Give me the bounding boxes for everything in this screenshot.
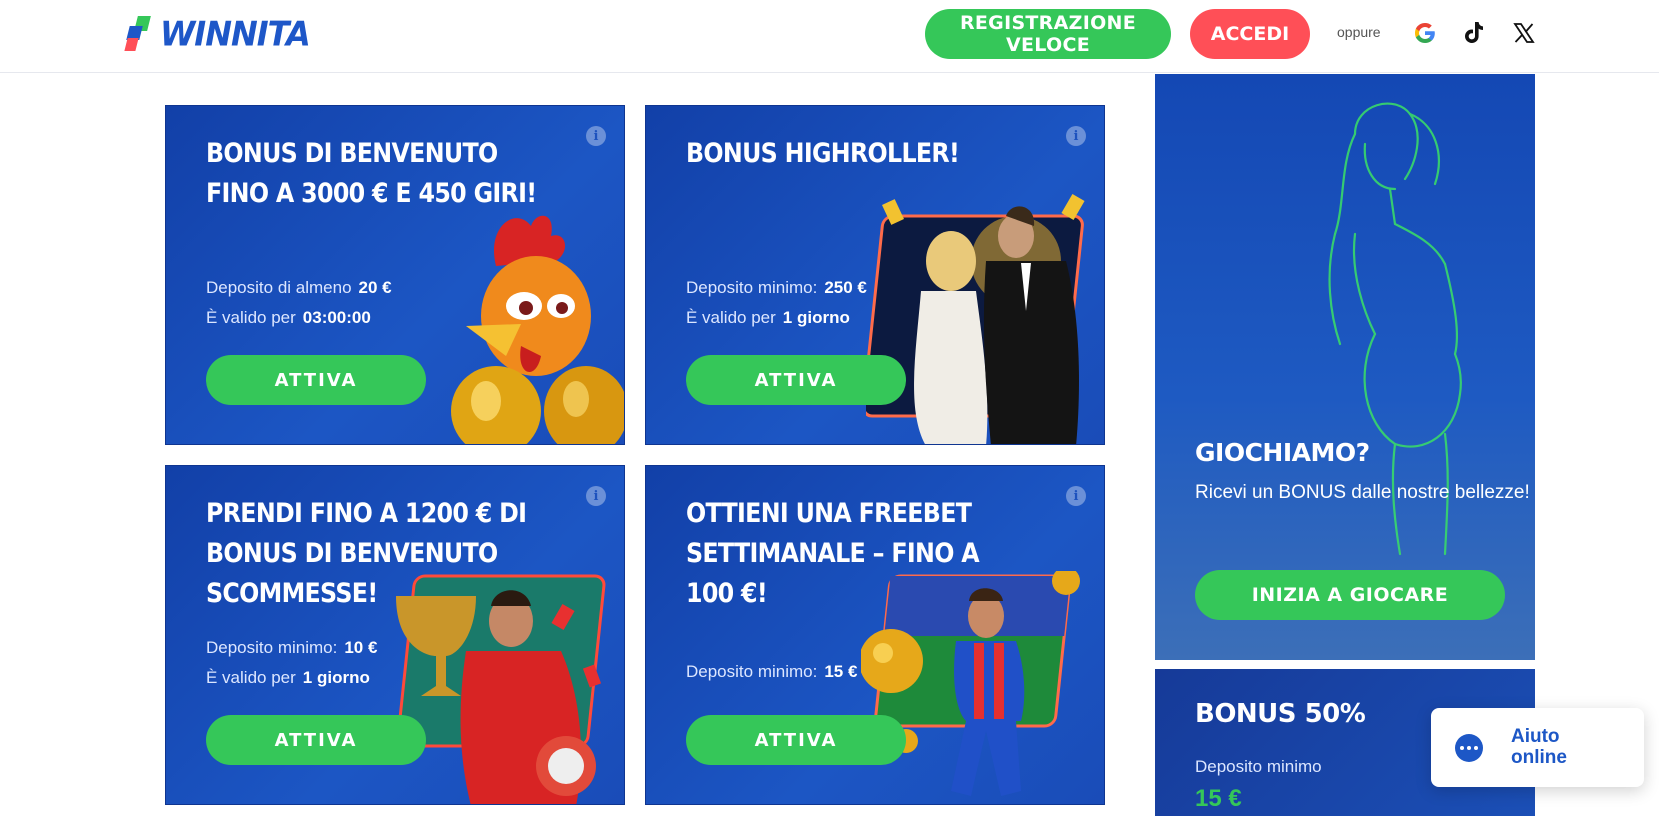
couple-image — [866, 193, 1085, 444]
card-row: È valido per 1 giorno — [206, 668, 370, 688]
site-header: WINNITA REGISTRAZIONE VELOCE ACCEDI oppu… — [0, 0, 1659, 73]
row-value: 03:00:00 — [302, 308, 371, 327]
row-value: 10 € — [344, 638, 378, 657]
rooster-eggs-image — [451, 215, 624, 444]
card-row: Deposito minimo: 15 € — [686, 662, 857, 682]
row-label: È valido per — [206, 668, 296, 687]
bonus-card-freebet: OTTIENI UNA FREEBET SETTIMANALE – FINO A… — [645, 465, 1105, 805]
card-row: Deposito minimo: 10 € — [206, 638, 377, 658]
row-label: Deposito minimo: — [686, 278, 818, 297]
info-icon[interactable]: i — [1066, 126, 1086, 146]
bonus-card-highroller: BONUS HIGHROLLER! i Deposito minimo: 250… — [645, 105, 1105, 445]
google-icon[interactable] — [1410, 18, 1440, 48]
row-label: Deposito di almeno — [206, 278, 352, 297]
football-player-image — [861, 571, 1080, 796]
row-label: Deposito minimo: — [206, 638, 338, 657]
card-row: Deposito minimo: 250 € — [686, 278, 867, 298]
activate-button[interactable]: ATTIVA — [686, 355, 906, 405]
card-row: Deposito di almeno 20 € — [206, 278, 392, 298]
tiktok-icon[interactable] — [1459, 18, 1489, 48]
side-promo: GIOCHIAMO? Ricevi un BONUS dalle nostre … — [1155, 74, 1535, 660]
register-button[interactable]: REGISTRAZIONE VELOCE — [925, 9, 1171, 59]
activate-button[interactable]: ATTIVA — [206, 715, 426, 765]
or-label: oppure — [1337, 24, 1381, 40]
side-bonus-value: 15 € — [1195, 785, 1242, 812]
logo-mark-icon — [124, 16, 152, 52]
row-value: 250 € — [824, 278, 867, 297]
card-row: È valido per 03:00:00 — [206, 308, 371, 328]
row-value: 1 giorno — [302, 668, 370, 687]
bonus-card-sports-welcome: PRENDI FINO A 1200 € DI BONUS DI BENVENU… — [165, 465, 625, 805]
side-promo-subtitle: Ricevi un BONUS dalle nostre bellezze! — [1195, 482, 1530, 503]
side-promo-title: GIOCHIAMO? — [1195, 438, 1370, 467]
row-label: È valido per — [686, 308, 776, 327]
info-icon[interactable]: i — [586, 486, 606, 506]
card-title: BONUS DI BENVENUTO FINO A 3000 € E 450 G… — [206, 138, 537, 209]
side-bonus-label: Deposito minimo — [1195, 757, 1322, 776]
card-title: BONUS HIGHROLLER! — [686, 138, 960, 169]
bonus-card-welcome: BONUS DI BENVENUTO FINO A 3000 € E 450 G… — [165, 105, 625, 445]
online-help-label: Aiuto online — [1511, 726, 1567, 768]
info-icon[interactable]: i — [1066, 486, 1086, 506]
x-icon[interactable] — [1509, 18, 1539, 48]
logo-text: WINNITA — [160, 14, 311, 54]
info-icon[interactable]: i — [586, 126, 606, 146]
login-button[interactable]: ACCEDI — [1190, 9, 1310, 59]
card-row: È valido per 1 giorno — [686, 308, 850, 328]
row-value: 1 giorno — [782, 308, 850, 327]
row-label: È valido per — [206, 308, 296, 327]
start-playing-button[interactable]: INIZIA A GIOCARE — [1195, 570, 1505, 620]
online-help-widget[interactable]: Aiuto online — [1431, 708, 1644, 787]
row-value: 20 € — [358, 278, 392, 297]
chat-bubble-icon — [1455, 734, 1483, 762]
activate-button[interactable]: ATTIVA — [206, 355, 426, 405]
logo[interactable]: WINNITA — [124, 14, 311, 54]
row-value: 15 € — [824, 662, 858, 681]
racer-trophy-image — [396, 574, 606, 804]
activate-button[interactable]: ATTIVA — [686, 715, 906, 765]
row-label: Deposito minimo: — [686, 662, 818, 681]
side-bonus-title: BONUS 50% — [1195, 699, 1366, 729]
